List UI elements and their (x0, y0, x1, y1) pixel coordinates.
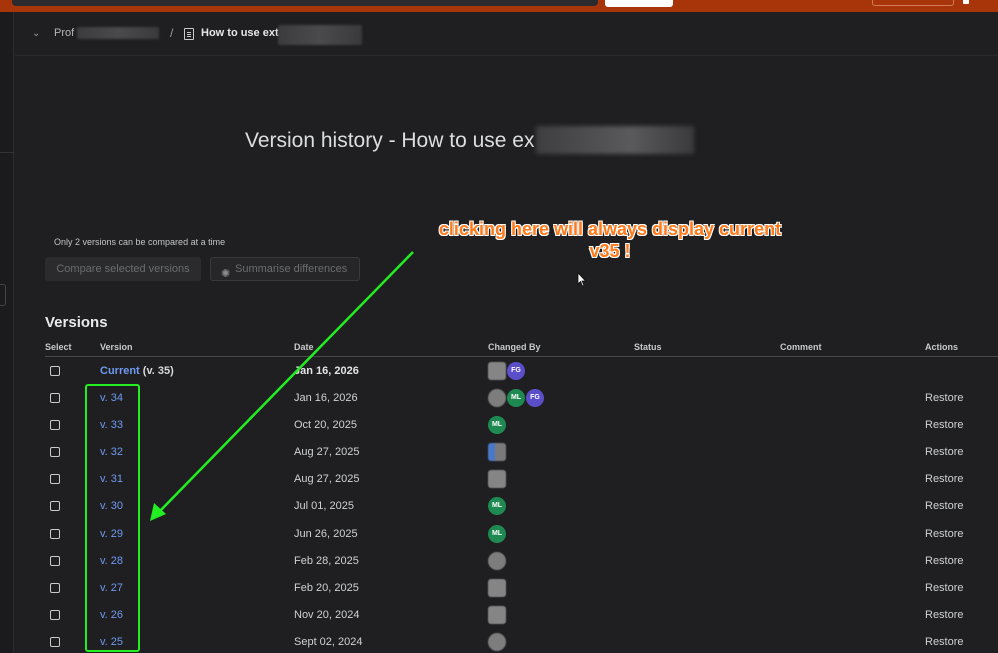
restore-button[interactable]: Restore (925, 446, 964, 458)
table-row: v. 31 Aug 27, 2025 Restore (45, 466, 998, 493)
select-checkbox[interactable] (50, 447, 60, 458)
column-header-actions: Actions (925, 342, 959, 352)
column-header-comment: Comment (780, 342, 822, 352)
redacted-text (536, 126, 694, 154)
restore-button[interactable]: Restore (925, 473, 964, 485)
avatar[interactable] (488, 443, 506, 462)
column-header-version: Version (100, 342, 133, 352)
version-link-current[interactable]: Current (v. 35) (100, 365, 174, 377)
table-row: v. 30 Jul 01, 2025 ML Restore (45, 493, 998, 520)
restore-button[interactable]: Restore (925, 582, 964, 594)
restore-button[interactable]: Restore (925, 500, 964, 512)
restore-button[interactable]: Restore (925, 528, 964, 540)
table-row: v. 25 Sept 02, 2024 Restore (45, 629, 998, 653)
version-date: Jun 26, 2025 (294, 527, 358, 540)
redacted-text (77, 27, 159, 39)
avatar[interactable] (488, 632, 506, 651)
version-date: Oct 20, 2025 (294, 419, 357, 432)
version-date: Jan 16, 2026 (294, 392, 358, 404)
avatar[interactable]: ML (507, 389, 525, 407)
global-search-input[interactable] (12, 0, 598, 6)
annotation-highlight-box (85, 384, 140, 652)
table-row: v. 34 Jan 16, 2026 ML FG Restore (45, 385, 998, 412)
select-checkbox[interactable] (50, 393, 60, 403)
topbar-action-button[interactable] (872, 0, 954, 6)
version-date: Aug 27, 2025 (294, 446, 360, 459)
versions-table-header: Select Version Date Changed By Status Co… (45, 342, 998, 357)
annotation-callout: clicking here will always display curren… (420, 218, 800, 262)
select-checkbox[interactable] (50, 636, 60, 647)
breadcrumb: ⌄ Prof / How to use ext (15, 12, 998, 56)
help-icon[interactable] (963, 0, 969, 4)
version-date: Jan 16, 2026 (294, 365, 359, 377)
avatar[interactable] (488, 578, 506, 597)
breadcrumb-page[interactable]: How to use ext (201, 27, 279, 39)
create-button[interactable] (605, 0, 673, 7)
annotation-line-2: v35 ! (589, 241, 631, 261)
restore-button[interactable]: Restore (925, 555, 964, 567)
version-date: Nov 20, 2024 (294, 608, 360, 621)
column-header-select: Select (45, 342, 72, 352)
table-row: v. 29 Jun 26, 2025 ML Restore (45, 521, 998, 548)
avatar[interactable]: ML (488, 497, 506, 516)
column-header-changed-by: Changed By (488, 342, 541, 352)
select-checkbox[interactable] (50, 420, 60, 431)
compare-versions-button[interactable]: Compare selected versions (45, 257, 201, 281)
restore-button[interactable]: Restore (925, 609, 964, 621)
column-header-date: Date (294, 342, 314, 352)
page-icon (184, 28, 194, 40)
loading-spinner-icon: ✺ (221, 268, 231, 280)
version-date: Sept 02, 2024 (294, 635, 363, 648)
version-date: Feb 20, 2025 (294, 581, 359, 594)
versions-heading: Versions (45, 314, 108, 331)
avatar[interactable]: FG (526, 389, 544, 407)
avatar[interactable]: ML (488, 524, 506, 543)
avatar[interactable]: FG (507, 362, 525, 380)
version-date: Feb 28, 2025 (294, 554, 359, 567)
annotation-line-1: clicking here will always display curren… (438, 219, 782, 239)
version-date: Aug 27, 2025 (294, 473, 360, 486)
select-checkbox[interactable] (50, 474, 60, 485)
avatar[interactable] (488, 605, 506, 624)
top-bar (0, 0, 998, 12)
sidebar-collapsed (0, 12, 14, 653)
compare-note: Only 2 versions can be compared at a tim… (54, 237, 226, 247)
breadcrumb-space[interactable]: Prof (54, 27, 74, 39)
page-title: Version history - How to use ex (245, 129, 535, 152)
redacted-text (278, 25, 362, 45)
avatar[interactable]: ML (488, 416, 506, 435)
summarise-label: Summarise differences (235, 263, 348, 275)
sidebar-divider (0, 152, 14, 153)
table-row: v. 28 Feb 28, 2025 Restore (45, 548, 998, 575)
chevron-down-icon[interactable]: ⌄ (32, 28, 40, 39)
avatar[interactable] (488, 389, 506, 407)
select-checkbox[interactable] (50, 501, 60, 512)
sidebar-expand-handle[interactable] (0, 284, 6, 306)
table-row: v. 33 Oct 20, 2025 ML Restore (45, 412, 998, 439)
table-row-current: Current (v. 35) Jan 16, 2026 FG (45, 358, 998, 385)
select-checkbox[interactable] (50, 528, 60, 539)
restore-button[interactable]: Restore (925, 636, 964, 648)
table-row: v. 26 Nov 20, 2024 Restore (45, 602, 998, 629)
table-row: v. 27 Feb 20, 2025 Restore (45, 575, 998, 602)
avatar[interactable] (488, 470, 506, 489)
column-header-status: Status (634, 342, 662, 352)
avatar[interactable] (488, 362, 506, 380)
breadcrumb-separator: / (170, 26, 174, 40)
select-checkbox[interactable] (50, 366, 60, 376)
version-date: Jul 01, 2025 (294, 500, 354, 513)
select-checkbox[interactable] (50, 555, 60, 566)
avatar[interactable] (488, 551, 506, 570)
restore-button[interactable]: Restore (925, 392, 964, 404)
restore-button[interactable]: Restore (925, 419, 964, 431)
summarise-differences-button[interactable]: ✺ Summarise differences (210, 257, 360, 281)
select-checkbox[interactable] (50, 609, 60, 620)
mouse-cursor-icon (577, 272, 587, 287)
select-checkbox[interactable] (50, 582, 60, 593)
table-row: v. 32 Aug 27, 2025 Restore (45, 439, 998, 466)
